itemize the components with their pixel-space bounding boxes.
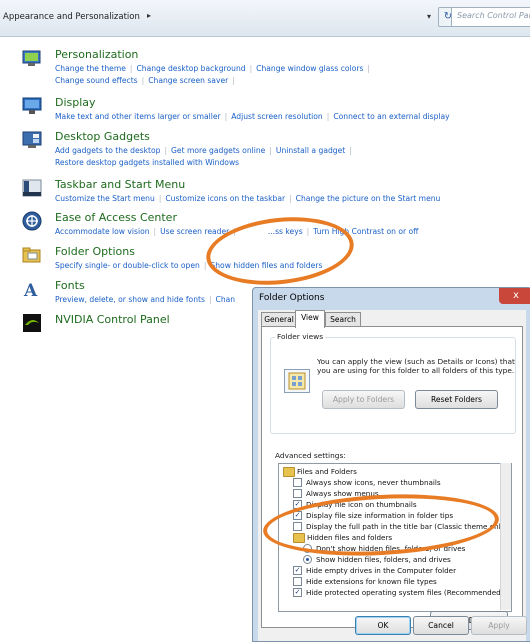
view-tab-panel: Folder views You can apply the view (suc…: [261, 326, 523, 630]
link-make-text-larger[interactable]: Make text and other items larger or smal…: [55, 112, 221, 121]
link-change-sound-effects[interactable]: Change sound effects: [55, 76, 138, 85]
link-specify-click-to-open[interactable]: Specify single- or double-click to open: [55, 261, 200, 270]
checkbox[interactable]: [293, 478, 302, 487]
dialog-body: General View Search Folder views You can…: [258, 310, 527, 641]
folder-options-dialog: Folder Options x General View Search Fol…: [252, 287, 530, 642]
address-bar: Appearance and Personalization ▸ ▾ ↻ Sea…: [0, 0, 530, 37]
category-title[interactable]: Taskbar and Start Menu: [55, 178, 185, 191]
folder-views-icon: [284, 369, 310, 393]
nvidia-icon: [23, 314, 41, 332]
advanced-settings-label: Advanced settings:: [273, 451, 348, 460]
link-add-gadgets[interactable]: Add gadgets to the desktop: [55, 146, 160, 155]
tree-group-files-folders: Files and Folders: [283, 466, 357, 477]
address-dropdown-icon[interactable]: ▾: [427, 12, 431, 21]
link-adjust-screen-resolution[interactable]: Adjust screen resolution: [231, 112, 323, 121]
svg-text:A: A: [23, 281, 38, 299]
folder-options-icon: [22, 247, 41, 263]
link-restore-gadgets[interactable]: Restore desktop gadgets installed with W…: [55, 158, 239, 167]
apply-to-folders-button[interactable]: Apply to Folders: [322, 390, 405, 409]
category-title[interactable]: Display: [55, 96, 96, 109]
breadcrumb[interactable]: Appearance and Personalization: [3, 12, 140, 22]
folder-views-description: You can apply the view (such as Details …: [317, 357, 515, 375]
category-title[interactable]: Folder Options: [55, 245, 135, 258]
category-title[interactable]: Personalization: [55, 48, 138, 61]
category-links: Add gadgets to the desktop | Get more gadg…: [55, 146, 352, 167]
checkbox[interactable]: ✓: [293, 588, 302, 597]
link-connect-external-display[interactable]: Connect to an external display: [333, 112, 449, 121]
checkbox[interactable]: [293, 489, 302, 498]
link-change-theme[interactable]: Change the theme: [55, 64, 126, 73]
tree-option[interactable]: Always show icons, never thumbnails: [293, 477, 441, 488]
tab-general[interactable]: General: [261, 312, 297, 327]
link-customize-taskbar-icons[interactable]: Customize icons on the taskbar: [165, 194, 285, 203]
link-uninstall-gadget[interactable]: Uninstall a gadget: [276, 146, 345, 155]
link-change-start-picture[interactable]: Change the picture on the Start menu: [296, 194, 441, 203]
gadgets-icon: [22, 131, 42, 148]
category-links: Change the theme | Change desktop backgrou…: [55, 64, 370, 85]
tree-option[interactable]: ✓ Hide protected operating system files (…: [293, 587, 504, 598]
link-use-screen-reader[interactable]: Use screen reader: [160, 227, 229, 236]
annotation-ellipse: [202, 210, 358, 292]
checkbox[interactable]: ✓: [293, 566, 302, 575]
search-placeholder: Search Control Panel: [457, 11, 530, 20]
display-icon: [22, 97, 42, 114]
category-links: Make text and other items larger or smal…: [55, 112, 450, 121]
cancel-button[interactable]: Cancel: [413, 616, 469, 635]
search-input[interactable]: Search Control Panel: [451, 7, 530, 27]
link-change-font-settings[interactable]: Chan: [216, 295, 236, 304]
category-title[interactable]: Ease of Access Center: [55, 211, 177, 224]
link-change-screen-saver[interactable]: Change screen saver: [148, 76, 228, 85]
reset-folders-button[interactable]: Reset Folders: [415, 390, 498, 409]
folder-icon: [283, 467, 295, 477]
fonts-icon: A: [23, 281, 38, 299]
link-change-window-glass-colors[interactable]: Change window glass colors: [256, 64, 363, 73]
tab-search[interactable]: Search: [325, 312, 361, 327]
link-customize-start-menu[interactable]: Customize the Start menu: [55, 194, 155, 203]
category-title[interactable]: NVIDIA Control Panel: [55, 313, 170, 326]
folder-views-label: Folder views: [275, 332, 326, 341]
category-title[interactable]: Desktop Gadgets: [55, 130, 150, 143]
link-accommodate-low-vision[interactable]: Accommodate low vision: [55, 227, 150, 236]
tree-option[interactable]: Show hidden files, folders, and drives: [303, 554, 451, 565]
link-preview-fonts[interactable]: Preview, delete, or show and hide fonts: [55, 295, 205, 304]
category-links: Preview, delete, or show and hide fonts |…: [55, 295, 236, 304]
radio-button[interactable]: [303, 555, 312, 564]
checkbox[interactable]: [293, 577, 302, 586]
personalization-icon: [22, 50, 41, 66]
dialog-title: Folder Options: [259, 293, 325, 303]
ok-button[interactable]: OK: [355, 616, 411, 635]
category-title[interactable]: Fonts: [55, 279, 85, 292]
close-button[interactable]: x: [499, 288, 530, 304]
tree-option[interactable]: Hide extensions for known file types: [293, 576, 437, 587]
taskbar-icon: [22, 179, 42, 197]
link-change-desktop-background[interactable]: Change desktop background: [136, 64, 245, 73]
breadcrumb-chevron-icon[interactable]: ▸: [147, 11, 151, 20]
link-get-more-gadgets[interactable]: Get more gadgets online: [171, 146, 265, 155]
tree-option[interactable]: ✓ Hide empty drives in the Computer folde…: [293, 565, 456, 576]
tab-view[interactable]: View: [295, 310, 325, 328]
tree-scrollbar[interactable]: [500, 463, 511, 610]
apply-button[interactable]: Apply: [471, 616, 527, 635]
category-links: Customize the Start menu | Customize icons…: [55, 194, 441, 203]
ease-of-access-icon: [22, 211, 42, 231]
